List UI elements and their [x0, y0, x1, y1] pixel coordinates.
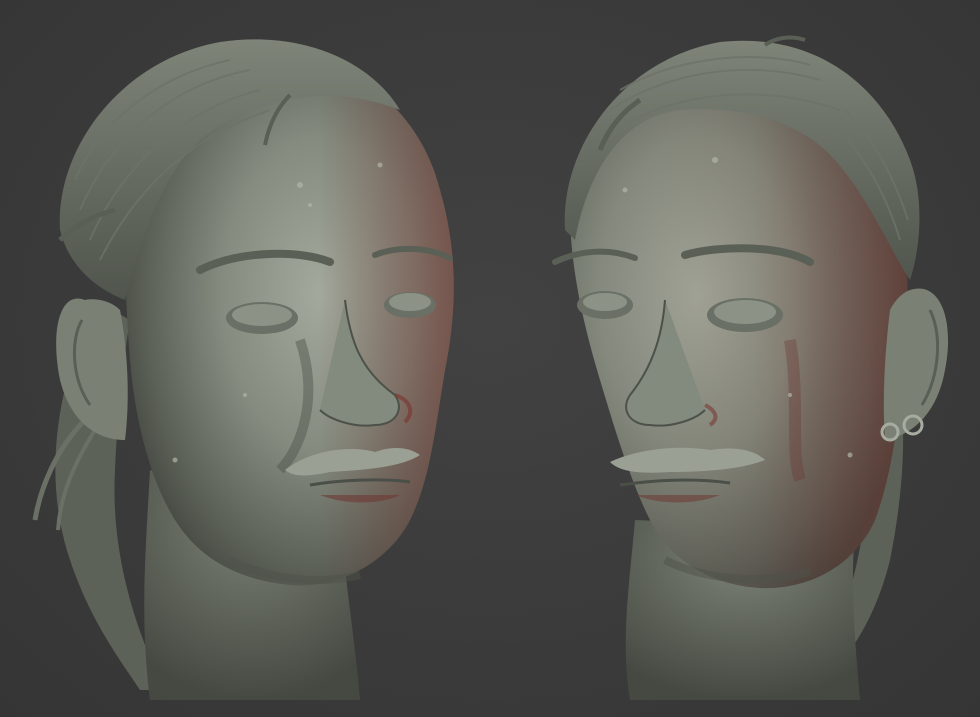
sculpt-left-image — [32, 39, 454, 700]
render-viewport — [0, 0, 980, 717]
sculpt-view-left — [0, 0, 490, 717]
sculpt-view-right — [490, 0, 980, 717]
sculpt-right-image — [552, 35, 949, 700]
